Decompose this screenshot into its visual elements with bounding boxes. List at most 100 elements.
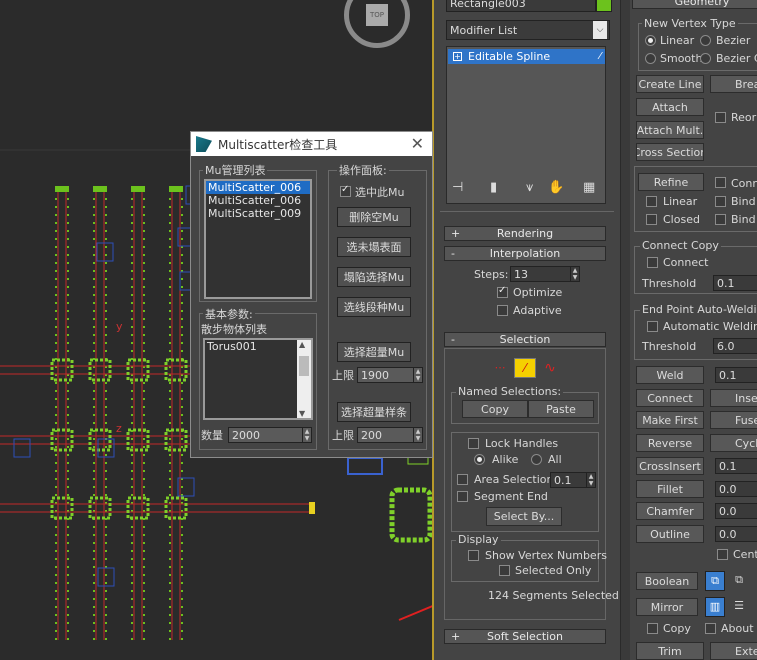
mu-listbox[interactable]: MultiScatter_006 MultiScatter_006 MultiSca… [204, 179, 312, 299]
all-radio[interactable] [531, 454, 542, 465]
chamfer-spinner[interactable]: 0.0 [715, 503, 757, 519]
rollout-selection[interactable]: - Selection [444, 332, 606, 347]
pin-stack-icon[interactable]: ⊣ [452, 180, 463, 195]
object-color-swatch[interactable] [596, 0, 612, 12]
smooth-radio[interactable] [645, 53, 656, 64]
weld-spinner[interactable]: 0.1 [715, 367, 757, 383]
stack-item-editable-spline[interactable]: + Editable Spline ⁄ [448, 49, 605, 64]
reverse-button[interactable]: Reverse [636, 434, 704, 452]
mirror-vertical-icon[interactable]: ☰ [729, 597, 749, 617]
mirror-horizontal-icon[interactable]: ▥ [705, 597, 725, 617]
cycle-button[interactable]: Cycl [710, 434, 757, 452]
spinner-arrows-icon[interactable]: ▲ ▼ [570, 267, 579, 281]
modifier-list-dropdown[interactable]: Modifier List ⌵ [446, 20, 610, 40]
threshold-spinner-1[interactable]: 0.1 [713, 275, 757, 291]
show-vertex-numbers-checkbox[interactable] [468, 550, 479, 561]
spinner-arrows-icon[interactable]: ▲ ▼ [586, 473, 595, 487]
upper-limit-spline-spinner[interactable]: 200 ▲ ▼ [357, 427, 423, 443]
insert-button[interactable]: Inse [710, 389, 757, 407]
crossinsert-button[interactable]: CrossInsert [636, 457, 704, 475]
paste-button[interactable]: Paste [528, 400, 594, 418]
spline-mode-icon[interactable]: ∿ [540, 358, 560, 378]
select-over-spline-button[interactable]: 选择超量样条 [337, 402, 411, 422]
crossinsert-spinner[interactable]: 0.1 [715, 458, 757, 474]
copy-button[interactable]: Copy [462, 400, 528, 418]
make-first-button[interactable]: Make First [636, 411, 704, 429]
linear-checkbox[interactable] [646, 196, 657, 207]
show-end-result-icon[interactable]: ▮ [490, 180, 497, 195]
steps-spinner[interactable]: 13 ▲ ▼ [510, 266, 580, 282]
spinner-arrows-icon[interactable]: ▲ ▼ [413, 368, 422, 382]
fillet-button[interactable]: Fillet [636, 480, 704, 498]
refine-button[interactable]: Refine [638, 173, 704, 191]
dialog-titlebar[interactable]: Multiscatter检查工具 ✕ [191, 132, 432, 156]
create-line-button[interactable]: Create Line [636, 75, 704, 93]
collapse-select-mu-button[interactable]: 塌陷选择Mu [337, 267, 411, 287]
object-name-field[interactable]: Rectangle003 [446, 0, 596, 12]
count-spinner[interactable]: 2000 ▲ ▼ [228, 427, 312, 443]
trim-button[interactable]: Trim [636, 642, 704, 660]
configure-sets-icon[interactable]: ▦ [583, 180, 595, 195]
connect-button[interactable]: Connect [636, 389, 704, 407]
upper-limit-mu-spinner[interactable]: 1900 ▲ ▼ [357, 367, 423, 383]
cross-section-button[interactable]: Cross Section [636, 143, 704, 161]
bezier-corner-radio[interactable] [700, 53, 711, 64]
delete-empty-mu-button[interactable]: 删除空Mu [337, 207, 411, 227]
rollout-rendering[interactable]: + Rendering [444, 226, 606, 241]
bind-first-checkbox[interactable] [715, 196, 726, 207]
connect-checkbox[interactable] [647, 257, 658, 268]
fillet-spinner[interactable]: 0.0 [715, 481, 757, 497]
center-checkbox[interactable] [717, 549, 728, 560]
attach-button[interactable]: Attach [636, 98, 704, 116]
mirror-button[interactable]: Mirror [636, 598, 698, 616]
boolean-union-icon[interactable]: ⧉ [705, 571, 725, 591]
threshold-spinner-2[interactable]: 6.0 [713, 338, 757, 354]
extend-button[interactable]: Exte [710, 642, 757, 660]
scroll-down-icon[interactable]: ▼ [299, 409, 305, 418]
lock-handles-checkbox[interactable] [468, 438, 479, 449]
panel-scrollbar[interactable] [620, 0, 630, 660]
make-unique-icon[interactable]: ⩛ [526, 180, 533, 195]
spinner-arrows-icon[interactable]: ▲ ▼ [302, 428, 311, 442]
scroll-thumb[interactable] [299, 356, 309, 376]
scroll-up-icon[interactable]: ▲ [299, 340, 305, 349]
closed-checkbox[interactable] [646, 214, 657, 225]
select-seg-mu-button[interactable]: 选线段种Mu [337, 297, 411, 317]
fuse-button[interactable]: Fuse [710, 411, 757, 429]
scatter-list-item[interactable]: Torus001 [205, 340, 311, 353]
mirror-copy-checkbox[interactable] [647, 623, 658, 634]
mu-list-item[interactable]: MultiScatter_009 [206, 207, 310, 220]
mu-list-item[interactable]: MultiScatter_006 [206, 194, 310, 207]
alike-radio[interactable] [474, 454, 485, 465]
linear-radio[interactable] [645, 35, 656, 46]
boolean-button[interactable]: Boolean [636, 572, 698, 590]
close-icon[interactable]: ✕ [411, 134, 424, 153]
select-by-button[interactable]: Select By... [486, 507, 562, 526]
bezier-radio[interactable] [700, 35, 711, 46]
area-selection-checkbox[interactable] [457, 474, 468, 485]
weld-button[interactable]: Weld [636, 366, 704, 384]
remove-modifier-icon[interactable]: ✋ [548, 180, 564, 195]
rollout-geometry[interactable]: Geometry [632, 0, 757, 9]
outline-button[interactable]: Outline [636, 525, 704, 543]
outline-spinner[interactable]: 0.0 [715, 526, 757, 542]
attach-mult-button[interactable]: Attach Mult. [636, 121, 704, 139]
boolean-subtract-icon[interactable]: ⧉ [729, 571, 749, 591]
adaptive-checkbox[interactable] [497, 305, 508, 316]
segment-mode-icon[interactable]: ⁄ [514, 358, 536, 378]
select-uncollapsed-button[interactable]: 选未塌表面 [337, 237, 411, 257]
expand-icon[interactable]: + [453, 52, 462, 61]
select-mu-checkbox[interactable] [340, 184, 351, 197]
optimize-checkbox[interactable] [497, 285, 508, 298]
rollout-soft-selection[interactable]: + Soft Selection [444, 629, 606, 644]
area-selection-spinner[interactable]: 0.1 ▲ ▼ [550, 472, 596, 488]
chamfer-button[interactable]: Chamfer [636, 502, 704, 520]
select-over-mu-button[interactable]: 选择超量Mu [337, 342, 411, 362]
spinner-arrows-icon[interactable]: ▲ ▼ [413, 428, 422, 442]
viewcube-face[interactable]: TOP [366, 4, 388, 26]
scatter-listbox[interactable]: Torus001 ▲ ▼ [203, 338, 313, 420]
rollout-interpolation[interactable]: - Interpolation [444, 246, 606, 261]
automatic-welding-checkbox[interactable] [647, 321, 658, 332]
reorient-checkbox[interactable] [715, 112, 726, 123]
mu-list-item[interactable]: MultiScatter_006 [206, 181, 310, 194]
